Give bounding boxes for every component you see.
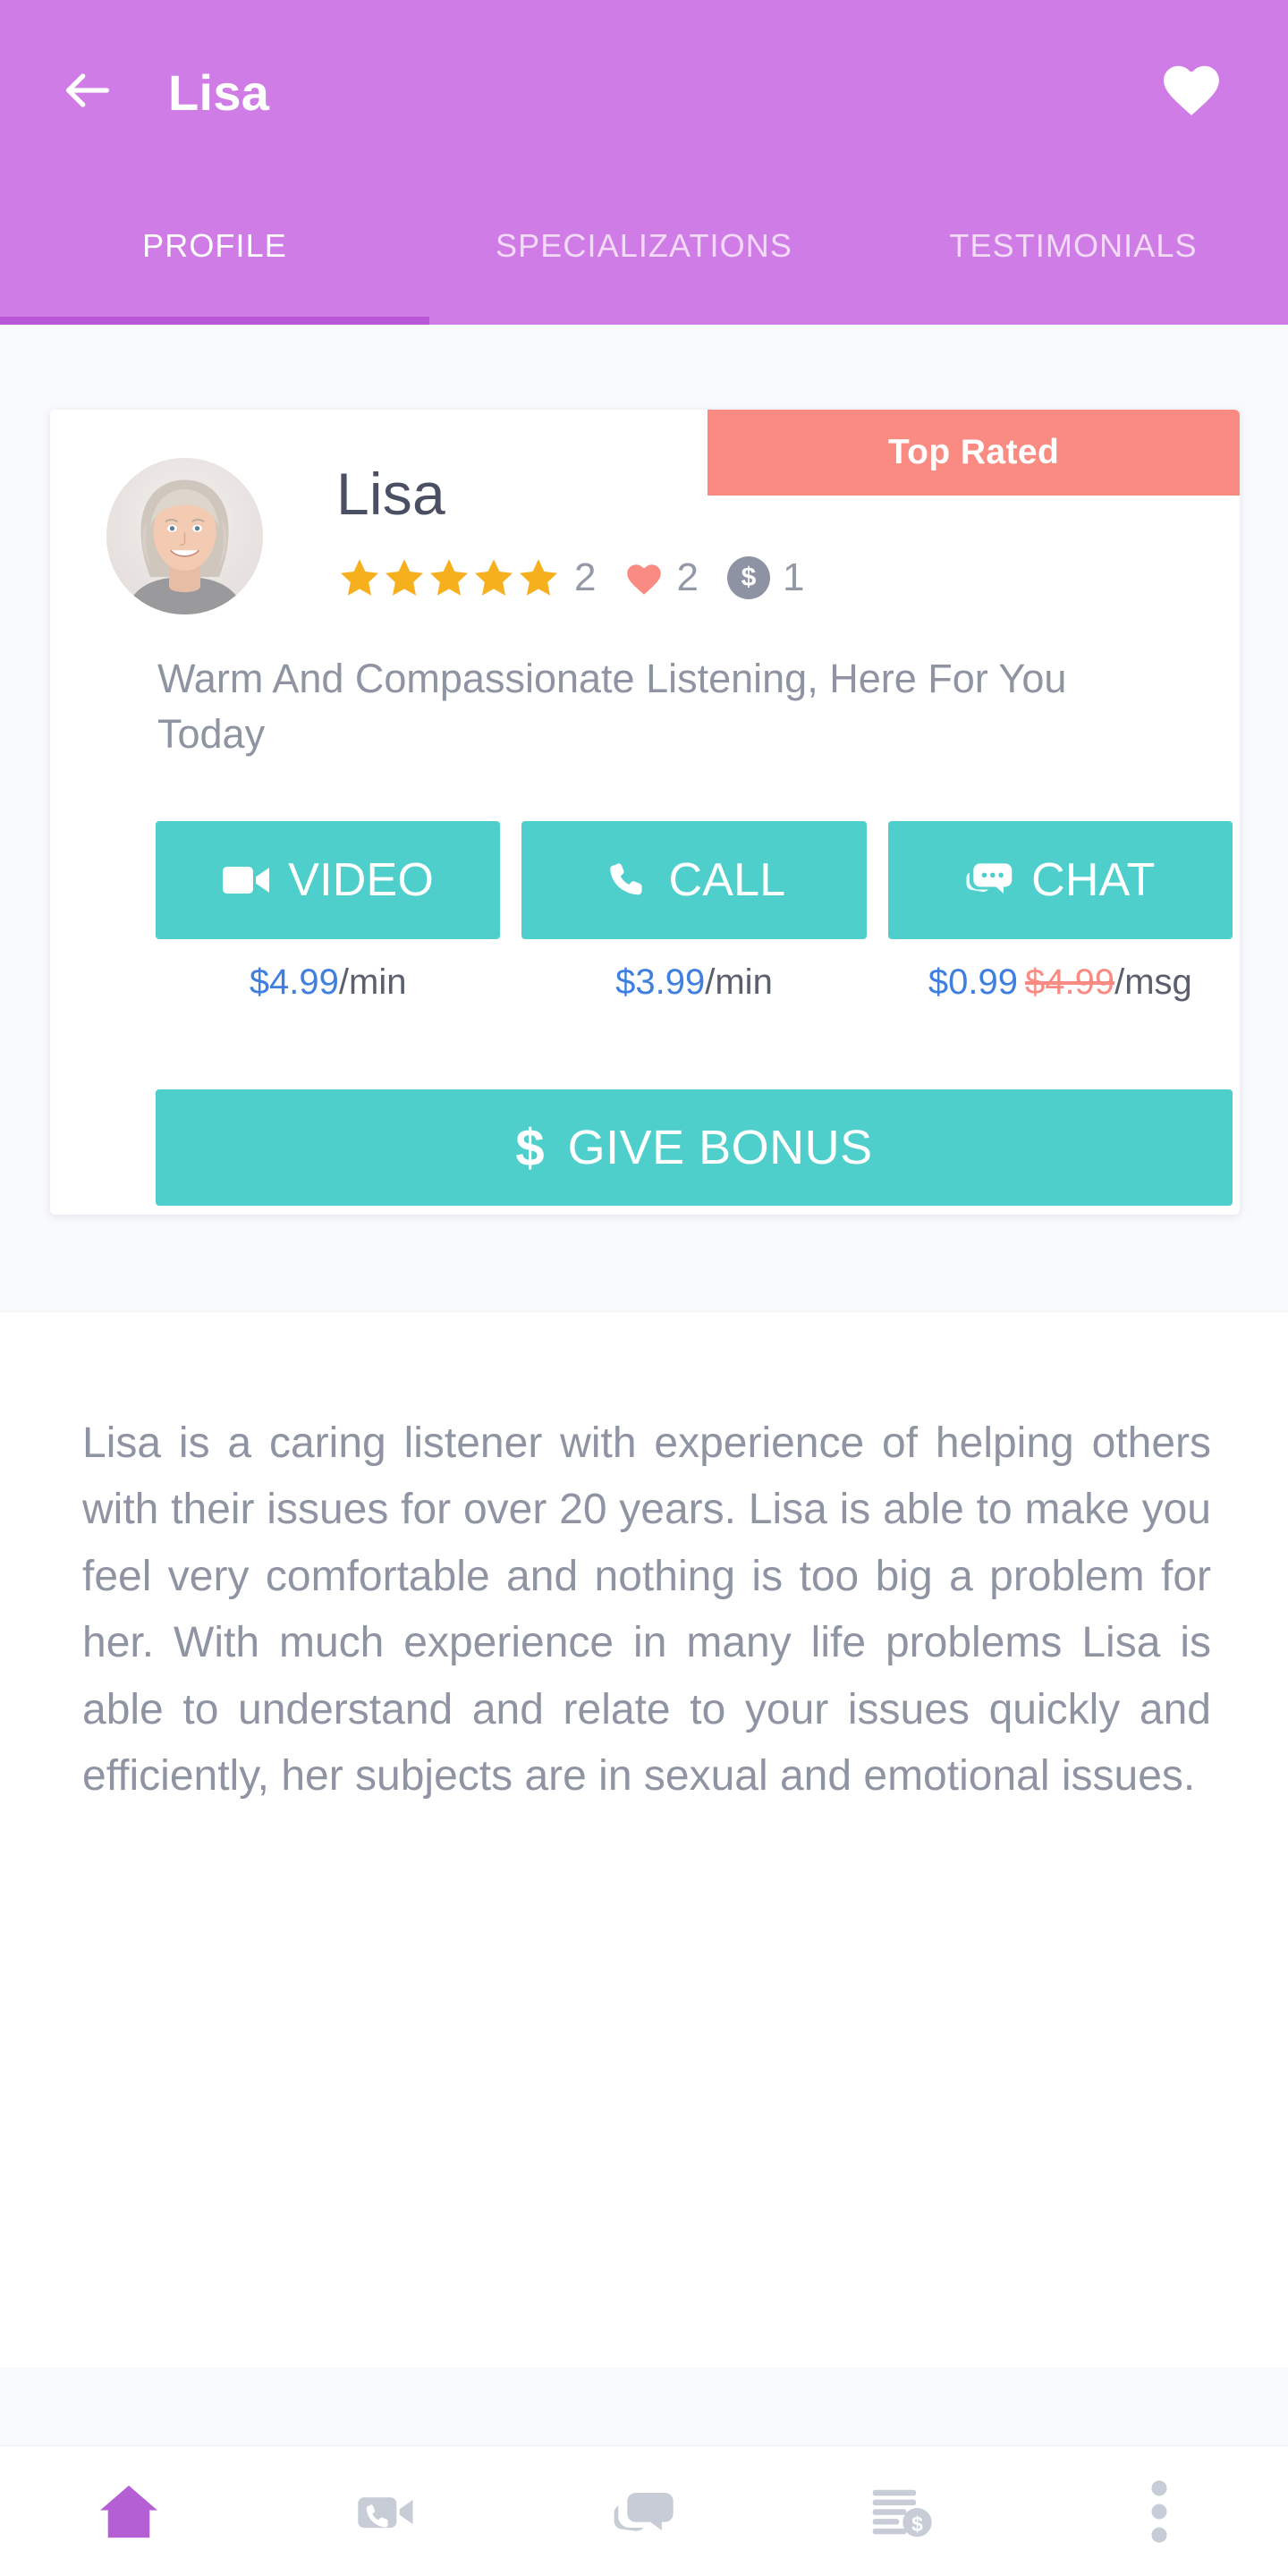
billing-icon: $	[870, 2485, 933, 2538]
identity-row: Lisa 2 2 $ 1	[50, 440, 1240, 614]
like-count: 2	[676, 555, 699, 599]
call-price-unit: /min	[705, 962, 773, 1002]
call-price: $3.99/min	[615, 962, 773, 1003]
action-column-video: VIDEO $4.99/min	[156, 821, 501, 1003]
star-icon	[520, 559, 557, 596]
favorite-button[interactable]	[1147, 45, 1236, 134]
app-header: Lisa PROFILE SPECIALIZATIONS TESTIMONIAL…	[0, 0, 1288, 325]
chat-price: $0.99 $4.99/msg	[928, 962, 1192, 1003]
call-button[interactable]: CALL	[521, 821, 867, 939]
nav-item-more[interactable]	[1030, 2446, 1288, 2576]
tab-testimonials-label: TESTIMONIALS	[949, 227, 1198, 264]
video-camera-icon	[222, 860, 272, 901]
svg-text:$: $	[911, 2512, 923, 2536]
chat-price-amount: $0.99	[928, 962, 1018, 1002]
dollar-badge-icon: $	[726, 556, 770, 599]
tab-profile[interactable]: PROFILE	[0, 184, 429, 325]
tab-bar: PROFILE SPECIALIZATIONS TESTIMONIALS	[0, 184, 1288, 325]
tab-profile-label: PROFILE	[142, 227, 287, 264]
tab-specializations-label: SPECIALIZATIONS	[496, 227, 792, 264]
call-button-label: CALL	[668, 854, 786, 906]
chat-button-label: CHAT	[1031, 854, 1156, 906]
tab-specializations[interactable]: SPECIALIZATIONS	[429, 184, 859, 325]
star-icon	[386, 559, 423, 596]
give-bonus-label: GIVE BONUS	[567, 1121, 873, 1174]
video-price-unit: /min	[338, 962, 407, 1002]
chat-price-old: $4.99	[1024, 962, 1115, 1002]
review-count: 2	[574, 555, 597, 599]
profile-tagline: Warm And Compassionate Listening, Here F…	[157, 656, 1067, 758]
star-icon	[475, 559, 513, 596]
video-button-label: VIDEO	[288, 854, 435, 906]
more-vertical-icon	[1148, 2479, 1170, 2544]
give-bonus-button[interactable]: $ GIVE BONUS	[156, 1089, 1233, 1206]
profile-stats: 2 2 $ 1	[338, 549, 809, 606]
tab-testimonials[interactable]: TESTIMONIALS	[859, 184, 1288, 325]
coin-count: 1	[782, 555, 805, 599]
phone-icon	[603, 860, 653, 901]
nav-item-chat[interactable]	[515, 2446, 773, 2576]
tab-active-indicator	[0, 317, 429, 325]
video-price: $4.99/min	[250, 962, 407, 1003]
app-screen: Lisa PROFILE SPECIALIZATIONS TESTIMONIAL…	[0, 0, 1288, 2576]
bio-text: Lisa is a caring listener with experienc…	[82, 1419, 1211, 1800]
profile-card: Top Rated Lisa 2 2 $ 1 Warm And Compassi…	[50, 410, 1240, 1215]
home-icon	[97, 2483, 161, 2540]
page-title: Lisa	[168, 64, 270, 121]
content-area: Top Rated Lisa 2 2 $ 1 Warm And Compassi…	[0, 325, 1288, 2368]
rating-stars	[338, 556, 562, 599]
bio-card: Lisa is a caring listener with experienc…	[0, 1312, 1288, 2368]
action-buttons-row: VIDEO $4.99/min CALL $3.99/min CHAT $0.9…	[156, 821, 1233, 1003]
heart-icon	[627, 564, 662, 595]
nav-item-home[interactable]	[0, 2446, 258, 2576]
bottom-navigation: $	[0, 2445, 1288, 2576]
chat-bubbles-icon	[965, 860, 1015, 901]
profile-name: Lisa	[336, 461, 445, 527]
back-button[interactable]	[45, 49, 131, 135]
video-button[interactable]: VIDEO	[156, 821, 501, 939]
arrow-left-icon	[59, 62, 116, 123]
video-call-icon	[356, 2487, 417, 2537]
chat-price-unit: /msg	[1114, 962, 1192, 1002]
dollar-sign-icon: $	[515, 1118, 545, 1177]
heart-filled-icon	[1159, 58, 1224, 122]
action-column-call: CALL $3.99/min	[521, 821, 867, 1003]
header-top-bar: Lisa	[0, 0, 1288, 184]
nav-item-billing[interactable]: $	[773, 2446, 1030, 2576]
avatar[interactable]	[106, 458, 263, 614]
action-column-chat: CHAT $0.99 $4.99/msg	[887, 821, 1233, 1003]
call-price-amount: $3.99	[615, 962, 706, 1002]
chat-button[interactable]: CHAT	[887, 821, 1233, 939]
video-price-amount: $4.99	[249, 962, 339, 1002]
chat-icon	[613, 2487, 675, 2537]
star-icon	[341, 559, 378, 596]
nav-item-video-call[interactable]	[258, 2446, 515, 2576]
star-icon	[430, 559, 468, 596]
